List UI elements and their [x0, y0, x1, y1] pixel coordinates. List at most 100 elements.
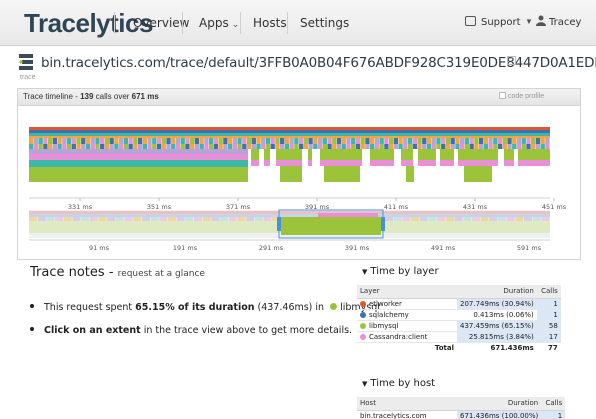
call-extent[interactable] [261, 144, 266, 149]
nav-settings[interactable]: Settings [300, 16, 349, 30]
timeline-extents[interactable] [29, 127, 550, 182]
call-extent[interactable] [407, 138, 413, 144]
call-extent[interactable] [204, 144, 209, 149]
cassandra-extent[interactable] [29, 154, 248, 160]
call-extent[interactable] [118, 144, 124, 149]
call-extent[interactable] [223, 144, 228, 149]
trace-timeline-chart[interactable]: 331 ms 351 ms 371 ms 391 ms 411 ms 431 ms 451 … [18, 107, 580, 259]
call-extent[interactable] [469, 138, 474, 144]
overview-extent[interactable] [480, 217, 489, 221]
overview-extent[interactable] [541, 217, 550, 221]
call-extent[interactable] [294, 138, 299, 144]
overview-extent[interactable] [202, 217, 211, 221]
overview-extent[interactable] [72, 217, 81, 221]
overview-extent[interactable] [393, 217, 402, 221]
call-extent[interactable] [478, 144, 484, 149]
call-extent[interactable] [483, 144, 489, 149]
libmysql-extent[interactable] [440, 149, 454, 160]
call-extent[interactable] [256, 144, 261, 149]
libmysql-extent[interactable] [324, 166, 360, 182]
overview-extent[interactable] [237, 217, 246, 221]
call-extent[interactable] [90, 144, 95, 149]
call-extent[interactable] [526, 144, 531, 149]
call-extent[interactable] [218, 138, 223, 144]
call-extent[interactable] [521, 144, 526, 149]
call-extent[interactable] [109, 144, 114, 149]
call-extent[interactable] [246, 138, 252, 144]
call-extent[interactable] [336, 138, 342, 144]
overview-extent[interactable] [228, 217, 237, 221]
call-extent[interactable] [341, 138, 346, 144]
teal-extent[interactable] [29, 133, 550, 136]
libmysql-extent[interactable] [406, 166, 414, 182]
help-button[interactable]: ? [507, 56, 516, 65]
overview-extent[interactable] [81, 217, 90, 221]
call-extent[interactable] [52, 144, 58, 149]
call-extent[interactable] [33, 138, 39, 144]
call-extent[interactable] [175, 138, 181, 144]
call-extent[interactable] [81, 144, 86, 149]
cassandra-extent[interactable] [504, 160, 514, 166]
call-extent[interactable] [417, 144, 422, 149]
call-extent[interactable] [190, 144, 195, 149]
call-extent[interactable] [166, 144, 171, 149]
libmysql-extent[interactable] [518, 149, 550, 160]
call-extent[interactable] [493, 138, 498, 144]
overview-extent[interactable] [515, 217, 524, 221]
call-extent[interactable] [71, 138, 76, 144]
table-row[interactable]: bin.tracelytics.com 671.436ms (100.00%) … [357, 410, 566, 419]
call-extent[interactable] [133, 138, 138, 144]
call-extent[interactable] [317, 144, 323, 149]
call-extent[interactable] [398, 144, 403, 149]
call-extent[interactable] [441, 138, 446, 144]
call-extent[interactable] [251, 144, 256, 149]
table-row[interactable]: sqlalchemy 0.413ms (0.06%) 1 [357, 309, 561, 321]
call-extent[interactable] [398, 138, 403, 144]
overview-extent[interactable] [411, 217, 420, 221]
call-extent[interactable] [303, 144, 309, 149]
libmysql-extent[interactable] [464, 166, 492, 182]
overview-extent[interactable] [437, 217, 446, 221]
libmysql-extent[interactable] [29, 167, 248, 182]
call-extent[interactable] [114, 144, 119, 149]
call-extent[interactable] [128, 138, 133, 144]
cassandra-extent[interactable] [308, 160, 312, 166]
call-extent[interactable] [66, 138, 72, 144]
call-extent[interactable] [403, 138, 408, 144]
overview-extent[interactable] [445, 217, 454, 221]
call-extent[interactable] [47, 138, 53, 144]
overview-extent[interactable] [471, 217, 480, 221]
call-extent[interactable] [90, 138, 95, 144]
call-extent[interactable] [417, 138, 422, 144]
call-extent[interactable] [166, 138, 171, 144]
call-extent[interactable] [199, 144, 204, 149]
call-extent[interactable] [208, 138, 214, 144]
call-extent[interactable] [152, 138, 157, 144]
call-extent[interactable] [85, 144, 91, 149]
call-extent[interactable] [175, 144, 181, 149]
call-extent[interactable] [455, 144, 460, 149]
call-extent[interactable] [298, 144, 304, 149]
call-extent[interactable] [313, 144, 318, 149]
call-extent[interactable] [284, 138, 290, 144]
call-extent[interactable] [540, 144, 545, 149]
call-extent[interactable] [62, 138, 67, 144]
call-extent[interactable] [384, 144, 389, 149]
call-extent[interactable] [43, 138, 48, 144]
call-extent[interactable] [545, 144, 550, 149]
call-extent[interactable] [33, 144, 39, 149]
call-extent[interactable] [531, 138, 536, 144]
call-extent[interactable] [332, 138, 337, 144]
call-extent[interactable] [407, 144, 413, 149]
call-extent[interactable] [251, 138, 256, 144]
call-extent[interactable] [100, 138, 105, 144]
call-extent[interactable] [464, 144, 470, 149]
call-extent[interactable] [445, 144, 451, 149]
call-extent[interactable] [43, 144, 48, 149]
lavender-extent[interactable] [29, 149, 248, 154]
overview-extent[interactable] [211, 217, 220, 221]
call-extent[interactable] [147, 144, 152, 149]
call-extent[interactable] [213, 138, 219, 144]
call-extent[interactable] [535, 144, 541, 149]
libmysql-extent[interactable] [264, 149, 270, 160]
